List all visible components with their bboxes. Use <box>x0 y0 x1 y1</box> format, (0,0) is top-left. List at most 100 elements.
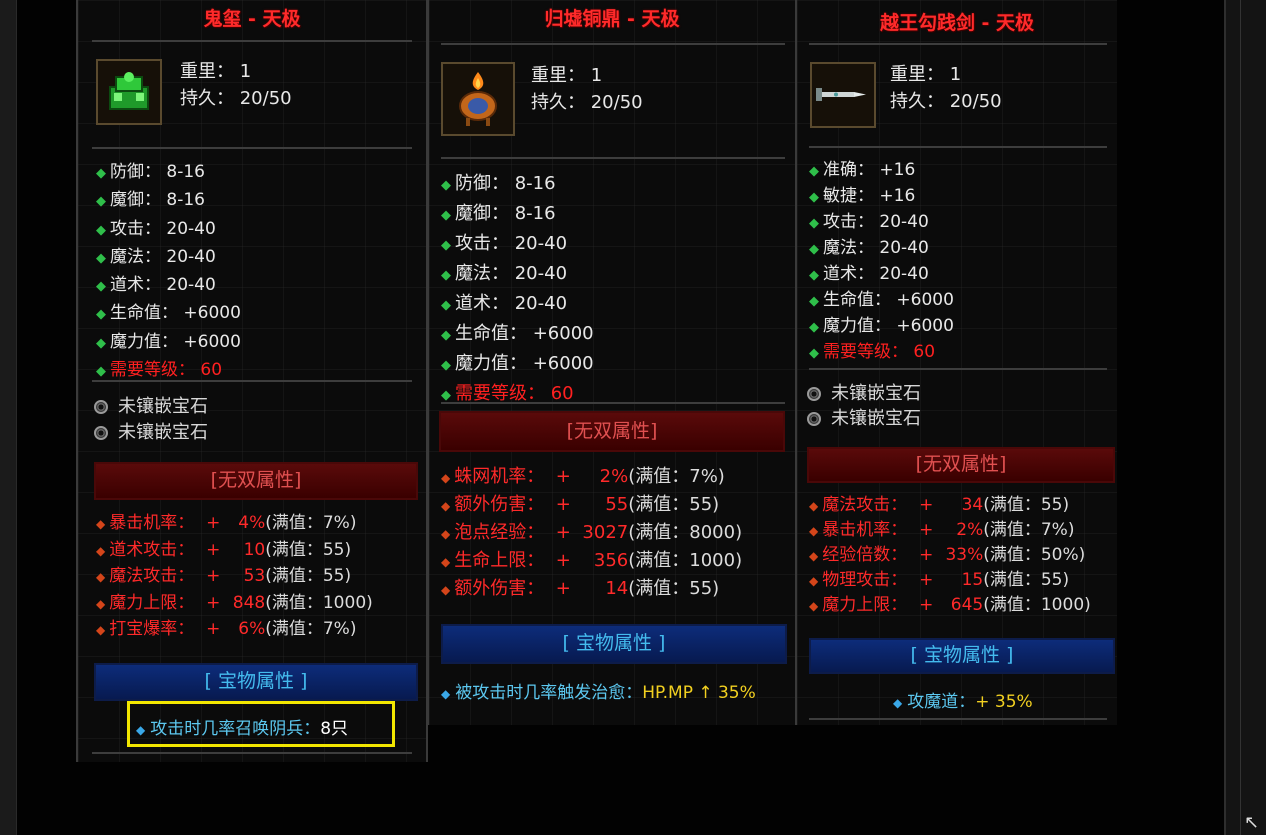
attr-max: (满值：1000) <box>983 595 1091 615</box>
attr-value: 645 <box>950 595 984 615</box>
stat-label: 准确： +16 <box>823 160 916 180</box>
attr-plus: + <box>555 522 571 543</box>
attr-plus: + <box>919 495 934 515</box>
treasure-attributes-header: [ 宝物属性 ] <box>94 663 418 701</box>
attr-name: 魔力上限： <box>109 592 195 613</box>
durability-text: 持久： 20/50 <box>890 91 1002 112</box>
unique-attr-row: ◆ 魔力上限： +848(满值：1000) <box>96 590 373 617</box>
unique-attributes-header: [无双属性] <box>807 447 1115 483</box>
bronze-cauldron-icon[interactable] <box>441 62 515 136</box>
unique-attr-row: ◆ 道术攻击： +10(满值：55) <box>96 537 373 564</box>
attr-max: (满值：55) <box>983 570 1070 590</box>
item-title: 鬼玺 - 天极 <box>203 8 301 30</box>
stat-label: 生命值： +6000 <box>110 303 241 324</box>
attr-max: (满值：50%) <box>983 545 1086 565</box>
orange-diamond-icon: ◆ <box>809 524 819 538</box>
green-diamond-icon: ◆ <box>809 242 819 257</box>
stat-label: 防御： 8-16 <box>110 162 205 182</box>
attr-plus: + <box>919 520 934 540</box>
unique-attr-row: ◆ 魔力上限： +645(满值：1000) <box>809 593 1091 618</box>
attr-value: 15 <box>961 570 984 590</box>
base-stats: ◆ 准确： +16 ◆ 敏捷： +16 ◆ 攻击： 20-40 ◆ 魔法： 20-40 … <box>809 158 954 366</box>
green-jade-seal-icon[interactable] <box>96 59 162 125</box>
divider <box>92 752 412 754</box>
unique-attr-row: ◆ 蛛网机率： +2%(满值：7%) <box>441 463 742 491</box>
stat-row-required-level: ◆ 需要等级： 60 <box>441 380 594 410</box>
attr-value: 3027 <box>582 522 629 543</box>
attr-value: 34 <box>961 495 984 515</box>
sword-icon[interactable] <box>810 62 876 128</box>
stat-label: 魔力值： +6000 <box>110 331 241 352</box>
green-diamond-icon: ◆ <box>96 166 106 181</box>
stat-row: ◆ 准确： +16 <box>809 158 954 184</box>
attr-name: 魔法攻击： <box>822 495 908 515</box>
green-diamond-icon: ◆ <box>441 268 451 283</box>
divider <box>809 43 1107 45</box>
green-diamond-icon: ◆ <box>441 358 451 373</box>
base-stats: ◆ 防御： 8-16 ◆ 魔御： 8-16 ◆ 攻击： 20-40 ◆ 魔法： 20-4… <box>441 170 594 410</box>
attr-name: 暴击机率： <box>109 513 195 533</box>
blue-diamond-icon: ◆ <box>441 687 451 701</box>
attr-plus: + <box>555 578 571 599</box>
stat-row-required-level: ◆ 需要等级： 60 <box>809 340 954 366</box>
stat-row: ◆ 魔力值： +6000 <box>809 314 954 340</box>
divider <box>92 380 412 382</box>
green-diamond-icon: ◆ <box>441 178 451 193</box>
divider <box>809 146 1107 148</box>
stat-label: 魔力值： +6000 <box>455 353 594 374</box>
item-title: 归墟铜鼎 - 天极 <box>544 8 680 30</box>
stat-row: ◆ 道术： 20-40 <box>96 272 241 300</box>
attr-plus: + <box>206 592 221 613</box>
window-frame-right <box>1224 0 1266 835</box>
gem-slot[interactable]: 未镶嵌宝石 <box>807 406 921 431</box>
empty-socket-icon <box>94 426 108 440</box>
gem-slot[interactable]: 未镶嵌宝石 <box>807 381 921 406</box>
green-diamond-icon: ◆ <box>96 250 106 266</box>
stat-label: 魔法： 20-40 <box>455 263 568 284</box>
unique-attr-row: ◆ 暴击机率： +4%(满值：7%) <box>96 510 373 537</box>
attr-plus: + <box>555 466 571 487</box>
green-diamond-icon: ◆ <box>809 268 819 283</box>
unique-attr-row: ◆ 泡点经验： +3027(满值：8000) <box>441 519 742 547</box>
green-diamond-icon: ◆ <box>441 238 451 253</box>
divider <box>441 157 785 159</box>
stat-row: ◆ 道术： 20-40 <box>441 290 594 320</box>
attr-plus: + <box>555 494 571 515</box>
stat-label: 需要等级： 60 <box>455 383 574 404</box>
attr-value: 53 <box>243 566 266 586</box>
divider <box>809 368 1107 370</box>
unique-attr-row: ◆ 经验倍数： +33%(满值：50%) <box>809 543 1091 568</box>
green-diamond-icon: ◆ <box>96 279 106 295</box>
green-diamond-icon: ◆ <box>96 307 106 323</box>
attr-max: (满值：7%) <box>628 466 725 487</box>
gem-slot[interactable]: 未镶嵌宝石 <box>94 394 208 420</box>
orange-diamond-icon: ◆ <box>809 499 819 513</box>
unique-attributes: ◆ 魔法攻击： +34(满值：55) ◆ 暴击机率： +2%(满值：7%) ◆ 经验倍数：… <box>809 493 1091 618</box>
bronze-cauldron-icon-graphic <box>459 72 497 126</box>
stat-label: 攻击： 20-40 <box>823 212 929 232</box>
base-stats: ◆ 防御： 8-16 ◆ 魔御： 8-16 ◆ 攻击： 20-40 ◆ 魔法： 20-4… <box>96 159 241 385</box>
basic-info: 重里： 1 持久： 20/50 <box>531 62 643 116</box>
attr-name: 魔力上限： <box>822 595 908 615</box>
attr-plus: + <box>919 545 934 565</box>
treasure-value: + 35% <box>975 692 1033 712</box>
stat-label: 需要等级： 60 <box>110 360 223 381</box>
empty-socket-icon <box>807 412 821 426</box>
unique-attr-row: ◆ 暴击机率： +2%(满值：7%) <box>809 518 1091 543</box>
green-diamond-icon: ◆ <box>441 208 451 223</box>
attr-value: 10 <box>243 539 266 560</box>
divider <box>809 718 1107 720</box>
stat-label: 魔御： 8-16 <box>110 190 205 211</box>
orange-diamond-icon: ◆ <box>809 549 819 563</box>
attr-plus: + <box>206 513 221 533</box>
stat-row: ◆ 魔法： 20-40 <box>96 244 241 272</box>
window-frame-left <box>0 0 17 835</box>
stat-row: ◆ 防御： 8-16 <box>96 159 241 187</box>
stat-row: ◆ 生命值： +6000 <box>809 288 954 314</box>
stat-label: 魔力值： +6000 <box>823 316 954 336</box>
treasure-label: 攻魔道： <box>907 692 976 712</box>
orange-diamond-icon: ◆ <box>96 623 106 637</box>
attr-value: 55 <box>605 494 629 515</box>
gem-slot[interactable]: 未镶嵌宝石 <box>94 420 208 446</box>
gem-slots: 未镶嵌宝石 未镶嵌宝石 <box>807 381 921 431</box>
